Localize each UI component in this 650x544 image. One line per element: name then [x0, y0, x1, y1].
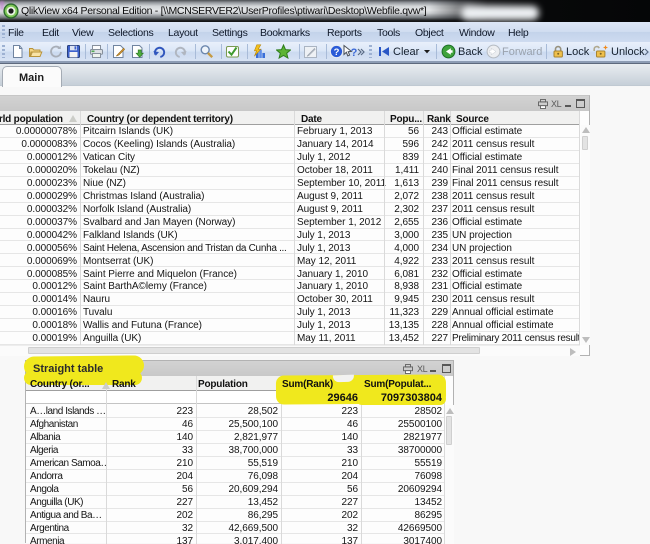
svg-text:?: ?	[334, 47, 340, 58]
